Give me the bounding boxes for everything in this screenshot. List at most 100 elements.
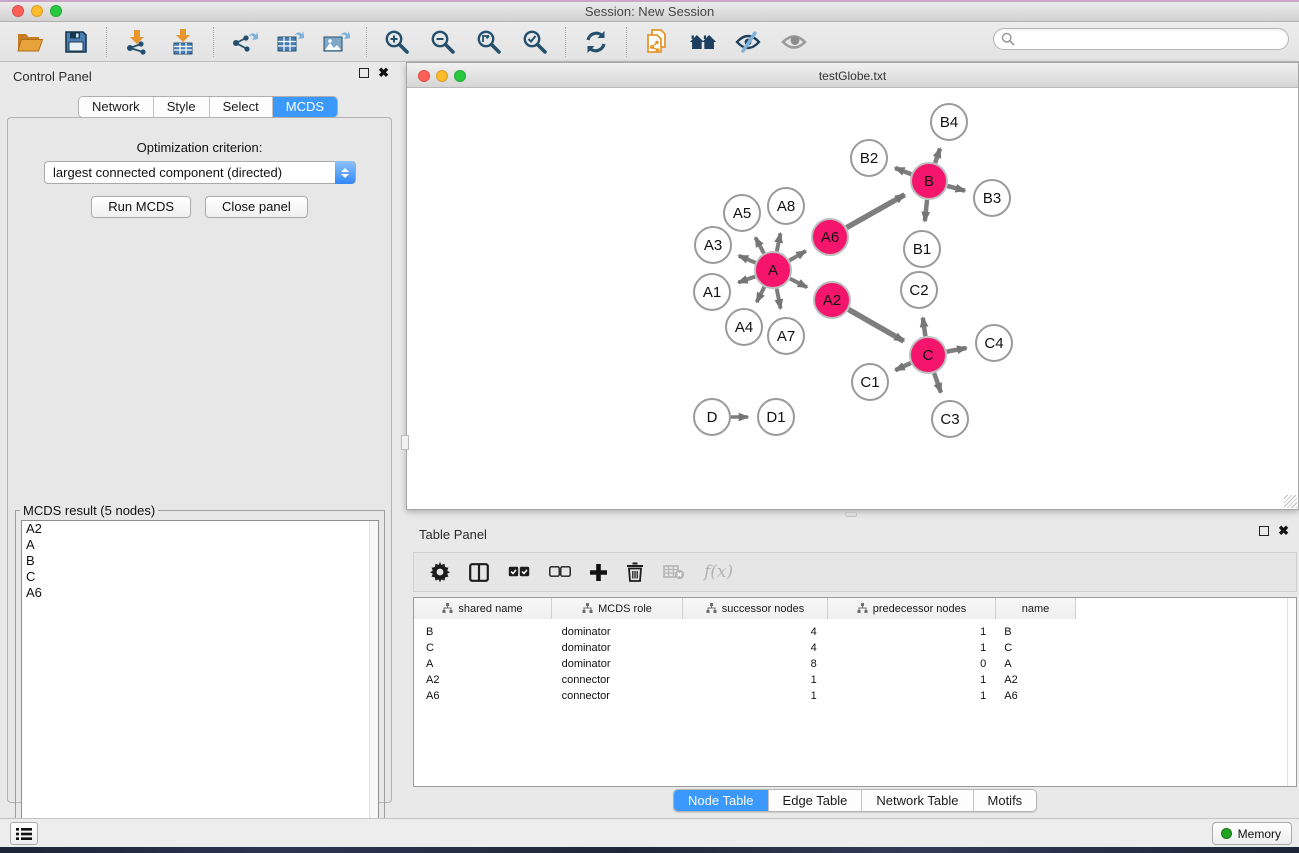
export-table-icon[interactable]	[276, 28, 304, 56]
tab-edge-table[interactable]: Edge Table	[769, 790, 863, 811]
graph-edge-A-A3[interactable]	[739, 256, 756, 263]
add-column-icon[interactable]	[590, 559, 607, 585]
memory-label: Memory	[1238, 827, 1281, 841]
graph-node-label: C2	[909, 282, 928, 299]
graph-node-label: A8	[777, 198, 795, 215]
table-row[interactable]: A2 connector 1 1 A2	[414, 672, 1074, 688]
float-panel-icon[interactable]	[359, 68, 369, 78]
network-canvas[interactable]: AA1A2A3A4A5A6A7A8BB1B2B3B4CC1C2C3C4DD1	[406, 88, 1299, 510]
graph-edge-C-C4[interactable]	[947, 348, 967, 352]
hide-selected-eye-icon[interactable]	[735, 28, 763, 56]
clone-network-icon[interactable]	[643, 28, 671, 56]
save-session-icon[interactable]	[62, 28, 90, 56]
close-table-panel-icon[interactable]: ✖	[1278, 526, 1289, 536]
column-header[interactable]: shared name	[414, 598, 552, 619]
list-item[interactable]: B	[22, 553, 378, 569]
table-scrollbar[interactable]	[1287, 598, 1296, 786]
network-window-title: testGlobe.txt	[407, 69, 1298, 83]
graph-node-label: A1	[703, 284, 721, 301]
graph-edge-A-A1[interactable]	[738, 276, 755, 282]
search-input[interactable]	[1015, 30, 1288, 48]
tab-style[interactable]: Style	[154, 97, 210, 117]
export-network-icon[interactable]	[230, 28, 258, 56]
table-row[interactable]: C dominator 4 1 C	[414, 640, 1074, 656]
window-title: Session: New Session	[0, 4, 1299, 19]
list-item[interactable]: A6	[22, 585, 378, 601]
graph-edge-A-A2[interactable]	[790, 279, 807, 288]
table-header-row: shared name MCDS role successor nodes pr…	[414, 598, 1076, 619]
criterion-dropdown[interactable]: largest connected component (directed)	[44, 161, 356, 184]
memory-button[interactable]: Memory	[1212, 822, 1292, 845]
search-field[interactable]	[993, 28, 1289, 50]
graph-edge-A6-B[interactable]	[847, 195, 905, 228]
network-view-window: testGlobe.txt AA1A2A3A4A5A6A7A8BB1B2B3B4…	[406, 62, 1299, 510]
table-row[interactable]: A dominator 8 0 A	[414, 656, 1074, 672]
select-all-columns-icon[interactable]	[508, 559, 530, 585]
graph-edge-A-A6[interactable]	[789, 251, 805, 260]
graph-edge-A-A7[interactable]	[777, 289, 781, 309]
list-scrollbar[interactable]	[369, 521, 378, 842]
graph-node-label: A4	[735, 319, 753, 336]
zoom-out-icon[interactable]	[429, 28, 457, 56]
column-header[interactable]: name	[996, 598, 1076, 619]
show-columns-icon[interactable]	[469, 559, 489, 585]
memory-status-icon	[1221, 828, 1232, 839]
tab-mcds[interactable]: MCDS	[273, 97, 337, 117]
graph-node-label: B4	[940, 114, 958, 131]
close-panel-icon[interactable]: ✖	[378, 68, 389, 78]
graph-edge-A2-C[interactable]	[848, 309, 903, 341]
import-table-icon[interactable]	[169, 28, 197, 56]
graph-node-label: B3	[983, 190, 1001, 207]
tab-node-table[interactable]: Node Table	[674, 790, 769, 811]
task-history-button[interactable]	[10, 822, 38, 845]
export-image-icon[interactable]	[322, 28, 350, 56]
graph-edge-C-C2[interactable]	[923, 318, 926, 336]
column-header[interactable]: predecessor nodes	[828, 598, 996, 619]
zoom-selected-icon[interactable]	[521, 28, 549, 56]
table-row[interactable]: A6 connector 1 1 A6	[414, 688, 1074, 704]
list-item[interactable]: A2	[22, 521, 378, 537]
graph-edge-B-B1[interactable]	[925, 200, 927, 221]
mcds-result-group: MCDS result (5 nodes) A2 A B C A6	[15, 510, 385, 850]
network-window-titlebar[interactable]: testGlobe.txt	[406, 62, 1299, 88]
run-mcds-button[interactable]: Run MCDS	[91, 196, 191, 218]
graph-edge-B-B2[interactable]	[895, 168, 911, 174]
zoom-in-icon[interactable]	[383, 28, 411, 56]
graph-edge-B-B3[interactable]	[947, 186, 965, 191]
graph-edge-C-C1[interactable]	[895, 363, 910, 370]
home-icon[interactable]	[689, 28, 717, 56]
tab-motifs[interactable]: Motifs	[974, 790, 1037, 811]
list-item[interactable]: C	[22, 569, 378, 585]
mcds-result-list[interactable]: A2 A B C A6	[21, 520, 379, 843]
function-builder-icon[interactable]: f(x)	[704, 559, 733, 585]
window-titlebar: Session: New Session	[0, 0, 1299, 22]
column-header[interactable]: MCDS role	[552, 598, 683, 619]
import-network-icon[interactable]	[123, 28, 151, 56]
tab-network[interactable]: Network	[79, 97, 154, 117]
graph-edge-B-B4[interactable]	[935, 149, 940, 163]
horizontal-splitter-grip[interactable]	[845, 512, 857, 517]
refresh-icon[interactable]	[582, 28, 610, 56]
unselect-all-columns-icon[interactable]	[549, 559, 571, 585]
graph-node-label: D1	[766, 409, 785, 426]
splitter-grip[interactable]	[401, 435, 409, 450]
delete-table-icon[interactable]	[663, 559, 685, 585]
tab-select[interactable]: Select	[210, 97, 273, 117]
list-item[interactable]: A	[22, 537, 378, 553]
open-folder-icon[interactable]	[16, 28, 44, 56]
column-header[interactable]: successor nodes	[683, 598, 828, 619]
graph-edge-A-A5[interactable]	[755, 238, 764, 254]
tab-network-table[interactable]: Network Table	[862, 790, 973, 811]
graph-edge-A-A8[interactable]	[777, 233, 781, 251]
graph-edge-C-C3[interactable]	[934, 373, 941, 393]
resize-grip-icon[interactable]	[1284, 495, 1297, 508]
table-row[interactable]: B dominator 4 1 B	[414, 624, 1074, 640]
float-table-panel-icon[interactable]	[1259, 526, 1269, 536]
close-panel-button[interactable]: Close panel	[205, 196, 308, 218]
show-hidden-eye-icon[interactable]	[781, 28, 809, 56]
graph-edge-A-A4[interactable]	[757, 287, 765, 302]
delete-column-icon[interactable]	[626, 559, 644, 585]
zoom-fit-icon[interactable]	[475, 28, 503, 56]
node-table[interactable]: shared name MCDS role successor nodes pr…	[413, 597, 1297, 787]
settings-gear-icon[interactable]	[430, 559, 450, 585]
